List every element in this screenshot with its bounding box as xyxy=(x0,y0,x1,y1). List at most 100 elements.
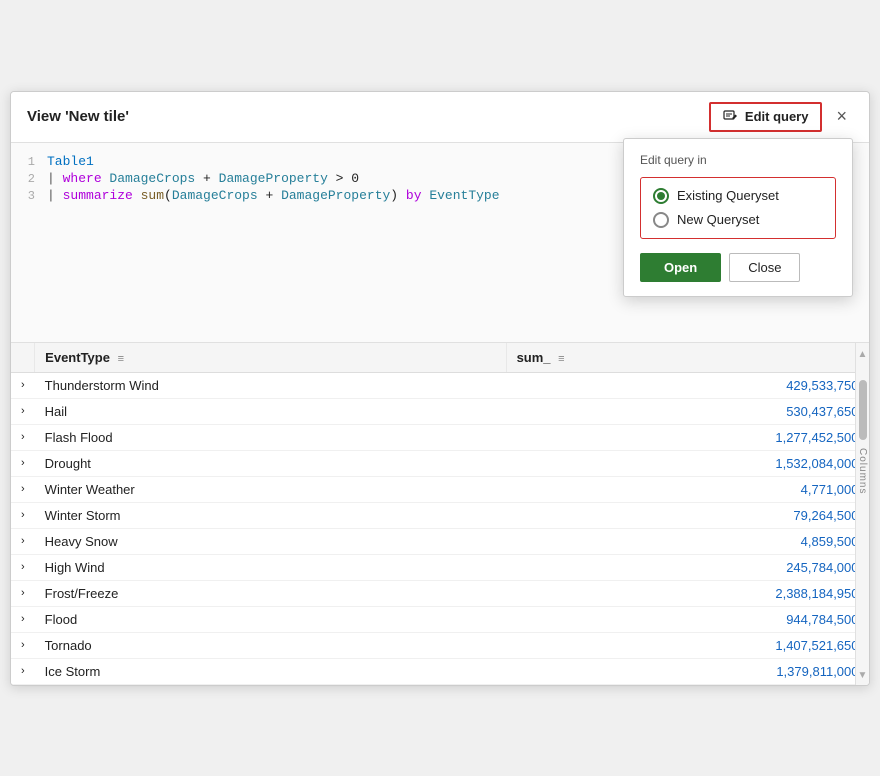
scroll-down-arrow[interactable]: ▼ xyxy=(858,670,868,681)
cell-sum: 1,277,452,500 xyxy=(506,424,868,450)
expand-icon[interactable]: › xyxy=(11,372,35,398)
token-dc2: DamageCrops xyxy=(172,188,258,203)
scroll-up-arrow[interactable]: ▲ xyxy=(858,349,868,360)
token-paren-close: ) xyxy=(390,188,406,203)
edit-query-button[interactable]: Edit query xyxy=(709,102,823,132)
expand-icon[interactable]: › xyxy=(11,528,35,554)
table-row: › Winter Weather 4,771,000 xyxy=(11,476,869,502)
radio-new-icon xyxy=(653,212,669,228)
cell-sum: 530,437,650 xyxy=(506,398,868,424)
cell-event-type: High Wind xyxy=(35,554,506,580)
cell-sum: 4,859,500 xyxy=(506,528,868,554)
token-pipe-3: | xyxy=(47,188,63,203)
title-bar: View 'New tile' Edit query × Edit query … xyxy=(11,92,869,143)
cell-sum: 245,784,000 xyxy=(506,554,868,580)
expand-icon[interactable]: › xyxy=(11,580,35,606)
cell-event-type: Hail xyxy=(35,398,506,424)
edit-query-popup: Edit query in Existing Queryset New Quer… xyxy=(623,138,853,297)
popup-options: Existing Queryset New Queryset xyxy=(640,177,836,239)
expand-icon[interactable]: › xyxy=(11,606,35,632)
table-row: › Heavy Snow 4,859,500 xyxy=(11,528,869,554)
expand-icon[interactable]: › xyxy=(11,632,35,658)
table-row: › Flood 944,784,500 xyxy=(11,606,869,632)
popup-close-button[interactable]: Close xyxy=(729,253,800,282)
table-row: › High Wind 245,784,000 xyxy=(11,554,869,580)
popup-buttons: Open Close xyxy=(640,253,836,282)
table-row: › Hail 530,437,650 xyxy=(11,398,869,424)
table-row: › Tornado 1,407,521,650 xyxy=(11,632,869,658)
cell-event-type: Flash Flood xyxy=(35,424,506,450)
token-dp2: DamageProperty xyxy=(281,188,390,203)
table-scrollbar[interactable]: ▲ Columns ▼ xyxy=(855,343,869,685)
table-header: EventType ≡ sum_ ≡ xyxy=(11,343,869,373)
token-by: by xyxy=(406,188,429,203)
line-num-3: 3 xyxy=(11,189,47,203)
expand-icon[interactable]: › xyxy=(11,658,35,684)
open-button[interactable]: Open xyxy=(640,253,721,282)
table-row: › Frost/Freeze 2,388,184,950 xyxy=(11,580,869,606)
cell-sum: 79,264,500 xyxy=(506,502,868,528)
cell-sum: 2,388,184,950 xyxy=(506,580,868,606)
th-event-type[interactable]: EventType ≡ xyxy=(35,343,506,373)
table-row: › Winter Storm 79,264,500 xyxy=(11,502,869,528)
cell-event-type: Frost/Freeze xyxy=(35,580,506,606)
expand-icon[interactable]: › xyxy=(11,424,35,450)
cell-event-type: Flood xyxy=(35,606,506,632)
token-summarize: summarize xyxy=(63,188,141,203)
cell-sum: 429,533,750 xyxy=(506,372,868,398)
token-sum: sum xyxy=(141,188,164,203)
token-where: where xyxy=(63,171,110,186)
edit-query-icon xyxy=(723,109,739,125)
results-table: EventType ≡ sum_ ≡ › Thunderstorm Wind 4… xyxy=(11,343,869,685)
popup-label: Edit query in xyxy=(640,153,836,167)
th-sum[interactable]: sum_ ≡ xyxy=(506,343,868,373)
cell-event-type: Tornado xyxy=(35,632,506,658)
table-body: › Thunderstorm Wind 429,533,750 › Hail 5… xyxy=(11,372,869,684)
results-section: EventType ≡ sum_ ≡ › Thunderstorm Wind 4… xyxy=(11,343,869,685)
sort-icon-event-type: ≡ xyxy=(118,353,124,365)
expand-icon[interactable]: › xyxy=(11,398,35,424)
sort-icon-sum: ≡ xyxy=(558,353,564,365)
cell-sum: 1,407,521,650 xyxy=(506,632,868,658)
cell-sum: 1,532,084,000 xyxy=(506,450,868,476)
cell-event-type: Heavy Snow xyxy=(35,528,506,554)
option-new-queryset[interactable]: New Queryset xyxy=(653,212,823,228)
cell-event-type: Drought xyxy=(35,450,506,476)
th-expand xyxy=(11,343,35,373)
window-title: View 'New tile' xyxy=(27,108,129,125)
radio-existing-icon xyxy=(653,188,669,204)
expand-icon[interactable]: › xyxy=(11,502,35,528)
main-window: View 'New tile' Edit query × Edit query … xyxy=(10,91,870,686)
columns-sidebar-label[interactable]: Columns xyxy=(857,448,868,494)
cell-event-type: Winter Storm xyxy=(35,502,506,528)
scrollbar-thumb[interactable] xyxy=(859,380,867,440)
table-row: › Thunderstorm Wind 429,533,750 xyxy=(11,372,869,398)
line-num-2: 2 xyxy=(11,172,47,186)
expand-icon[interactable]: › xyxy=(11,450,35,476)
cell-sum: 1,379,811,000 xyxy=(506,658,868,684)
token-plus-2: + xyxy=(258,188,281,203)
code-content-2: | where DamageCrops + DamageProperty > 0 xyxy=(47,171,359,186)
option-new-label: New Queryset xyxy=(677,212,759,227)
table-row: › Drought 1,532,084,000 xyxy=(11,450,869,476)
token-eventtype: EventType xyxy=(429,188,499,203)
table-row: › Flash Flood 1,277,452,500 xyxy=(11,424,869,450)
table-row: › Ice Storm 1,379,811,000 xyxy=(11,658,869,684)
option-existing-queryset[interactable]: Existing Queryset xyxy=(653,188,823,204)
edit-query-label: Edit query xyxy=(745,109,809,124)
token-gt: > 0 xyxy=(328,171,359,186)
token-plus-1: + xyxy=(195,171,218,186)
token-dp1: DamageProperty xyxy=(219,171,328,186)
cell-event-type: Thunderstorm Wind xyxy=(35,372,506,398)
token-dc1: DamageCrops xyxy=(109,171,195,186)
window-close-button[interactable]: × xyxy=(830,104,853,129)
cell-event-type: Ice Storm xyxy=(35,658,506,684)
cell-event-type: Winter Weather xyxy=(35,476,506,502)
cell-sum: 944,784,500 xyxy=(506,606,868,632)
option-existing-label: Existing Queryset xyxy=(677,188,779,203)
table-wrapper: EventType ≡ sum_ ≡ › Thunderstorm Wind 4… xyxy=(11,343,869,685)
token-paren-open: ( xyxy=(164,188,172,203)
expand-icon[interactable]: › xyxy=(11,554,35,580)
title-actions: Edit query × Edit query in Existing Quer… xyxy=(709,102,853,132)
expand-icon[interactable]: › xyxy=(11,476,35,502)
